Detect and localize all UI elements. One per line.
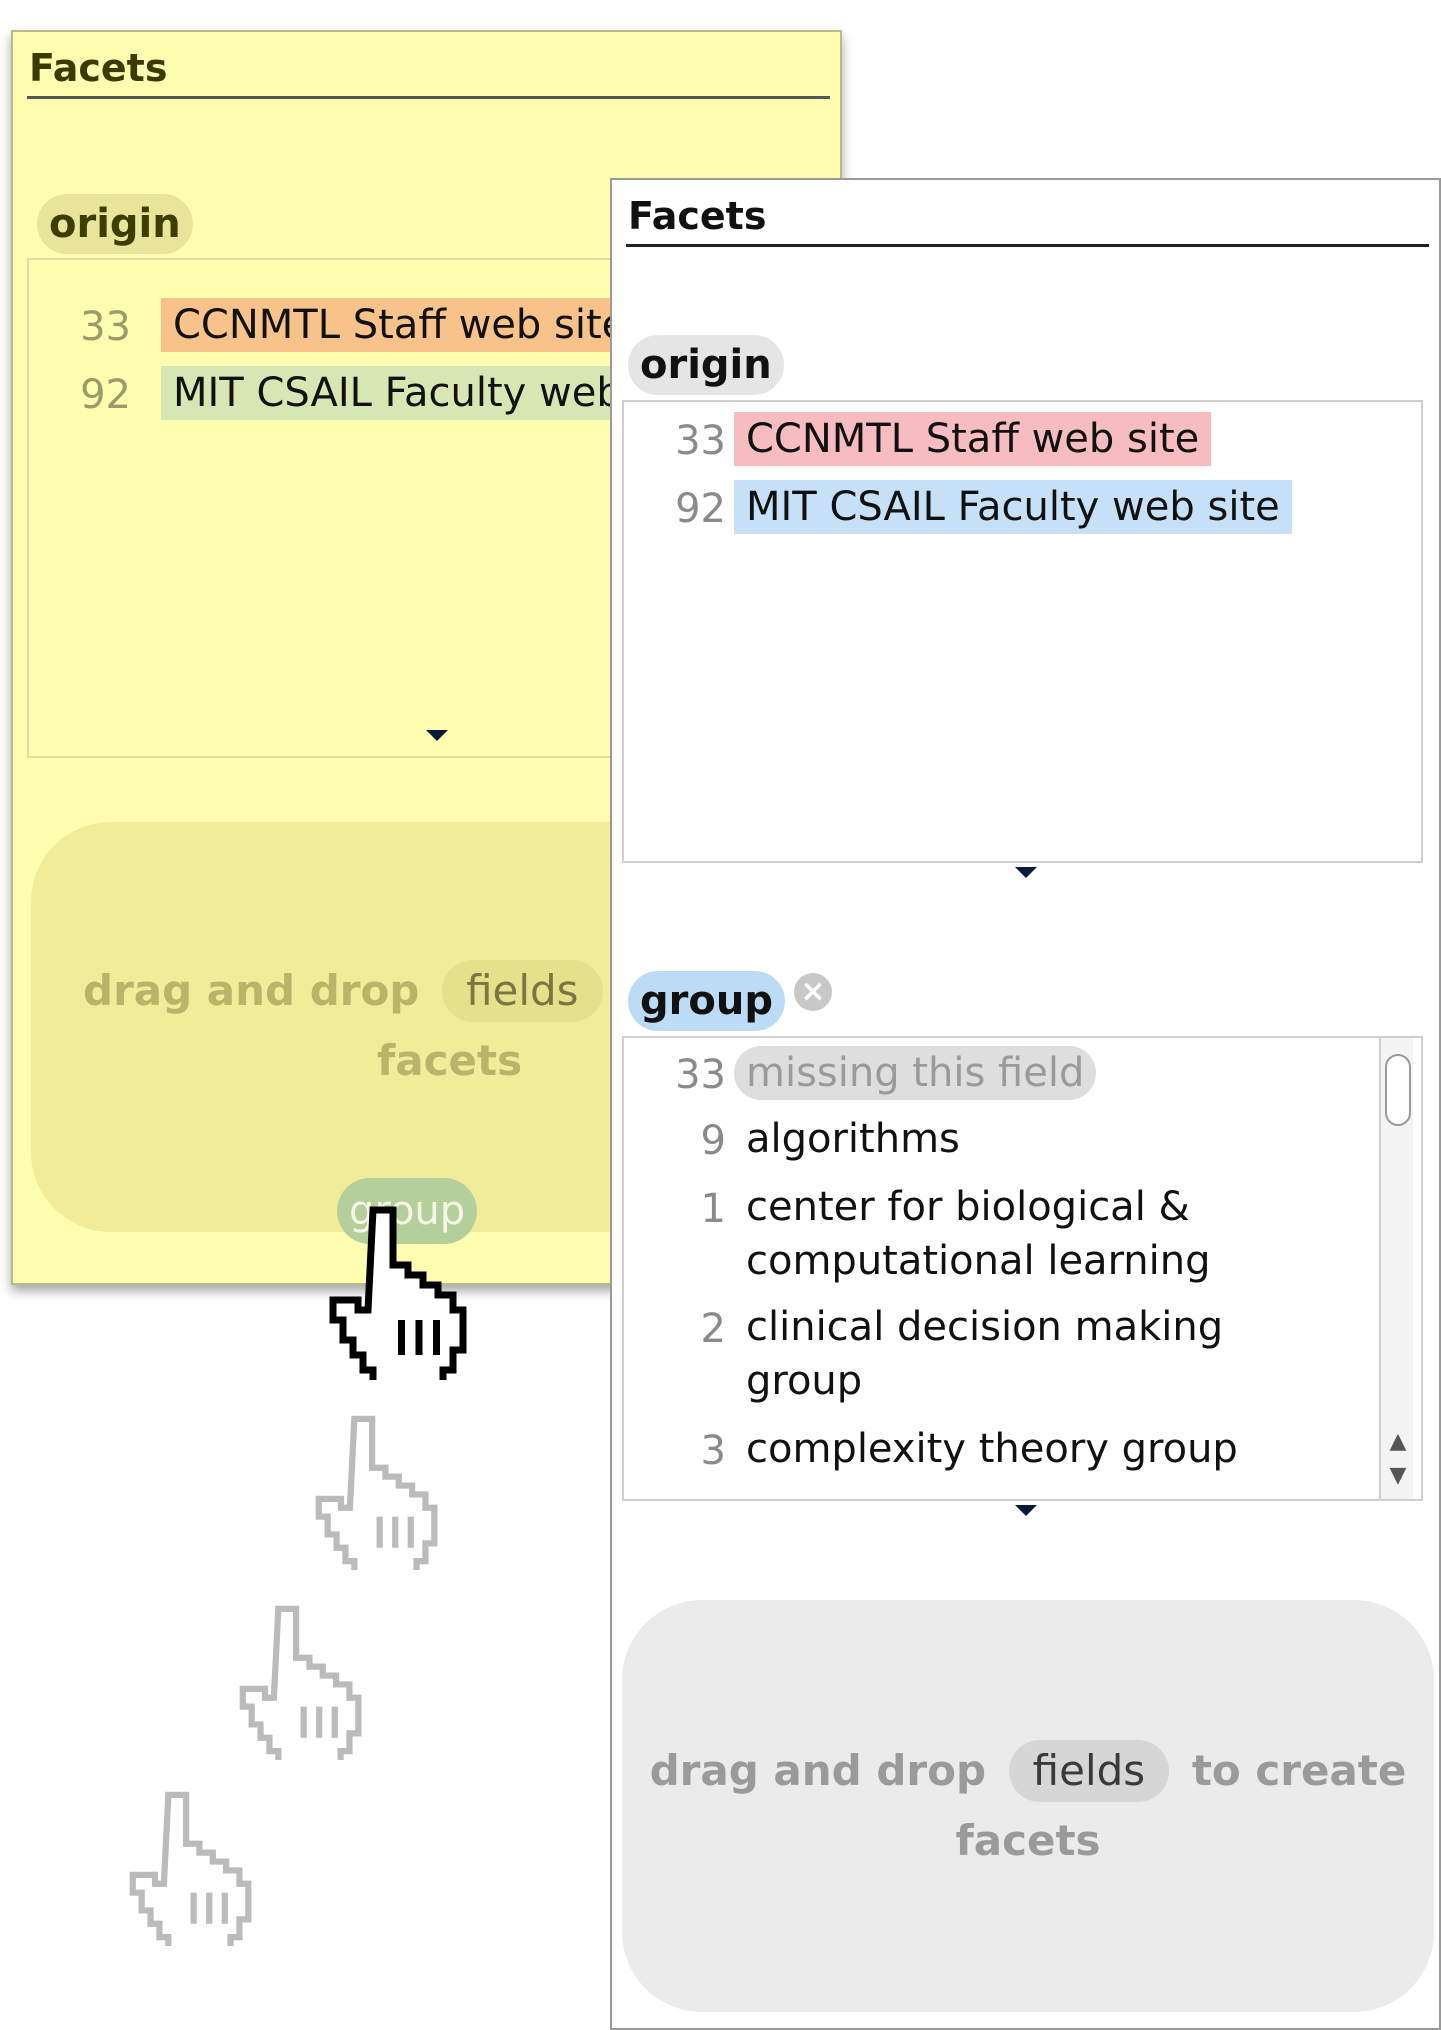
- facets-panel: Facets origin 33 CCNMTL Staff web site 9…: [610, 178, 1441, 2030]
- facet-value-label: algorithms: [746, 1116, 960, 1162]
- facet-value-row[interactable]: 92 MIT CSAIL Faculty web site: [624, 480, 1421, 538]
- facet-value-count: 3: [700, 1428, 726, 1474]
- facet-value-label: center for biological & computational le…: [746, 1184, 1211, 1284]
- origin-facet-name[interactable]: origin: [37, 194, 193, 254]
- facet-value-label: clinical decision making group: [746, 1304, 1224, 1404]
- facet-value-label: MIT CSAIL Faculty web: [161, 366, 634, 420]
- facet-value-row[interactable]: 2 clinical decision making group: [624, 1300, 1421, 1412]
- facet-value-count: 33: [80, 304, 131, 350]
- group-facet-values: 33 missing this field 9 algorithms 1 cen…: [622, 1036, 1423, 1501]
- expand-caret-icon[interactable]: [426, 730, 448, 741]
- fields-pill[interactable]: fields: [442, 960, 603, 1022]
- hand-cursor-trail-icon: [239, 1605, 362, 1760]
- facet-value-count: 1: [700, 1186, 726, 1232]
- facet-value-count: 92: [80, 372, 131, 418]
- scrollbar-thumb[interactable]: [1385, 1054, 1411, 1126]
- fields-pill[interactable]: fields: [1008, 1740, 1170, 1802]
- facet-value-count: 33: [675, 1052, 726, 1098]
- facet-value-row[interactable]: 9 algorithms: [624, 1112, 1421, 1170]
- hand-cursor-icon: [329, 1206, 467, 1380]
- dropzone-text-line2: facets: [955, 1816, 1101, 1865]
- origin-facet-values: 33 CCNMTL Staff web site 92 MIT CSAIL Fa…: [622, 400, 1423, 863]
- facet-value-label: complexity theory group: [746, 1426, 1238, 1472]
- facets-heading: Facets: [27, 44, 830, 99]
- facet-dropzone[interactable]: drag and drop fields to create facets: [622, 1600, 1434, 2012]
- facet-value-row[interactable]: 3 complexity theory group: [624, 1422, 1421, 1480]
- expand-caret-icon[interactable]: [1015, 867, 1037, 878]
- facet-value-label: CCNMTL Staff web site: [161, 298, 639, 352]
- facet-value-count: 9: [700, 1118, 726, 1164]
- facet-scrollbar[interactable]: ▲ ▼: [1379, 1038, 1413, 1499]
- facet-value-label: MIT CSAIL Faculty web site: [734, 480, 1292, 534]
- origin-facet-name[interactable]: origin: [628, 335, 784, 395]
- hand-cursor-trail-icon: [129, 1791, 252, 1946]
- dropzone-text-line1: drag and drop fields to create: [622, 1736, 1434, 1806]
- hand-cursor-trail-icon: [315, 1415, 438, 1570]
- scroll-up-icon[interactable]: ▲: [1381, 1427, 1415, 1457]
- facet-value-row[interactable]: 1 center for biological & computational …: [624, 1180, 1421, 1292]
- facet-value-count: 33: [675, 418, 726, 464]
- facet-value-row[interactable]: 33 CCNMTL Staff web site: [624, 412, 1421, 470]
- facet-value-count: 92: [675, 486, 726, 532]
- facet-value-row[interactable]: 33 missing this field: [624, 1046, 1421, 1104]
- facet-value-label: missing this field: [734, 1046, 1097, 1100]
- group-facet-name[interactable]: group: [628, 971, 785, 1031]
- remove-facet-icon[interactable]: ×: [794, 973, 832, 1011]
- expand-caret-icon[interactable]: [1015, 1505, 1037, 1516]
- facet-value-count: 2: [700, 1306, 726, 1352]
- facet-value-label: CCNMTL Staff web site: [734, 412, 1212, 466]
- facets-heading: Facets: [626, 192, 1429, 247]
- scroll-down-icon[interactable]: ▼: [1381, 1461, 1415, 1491]
